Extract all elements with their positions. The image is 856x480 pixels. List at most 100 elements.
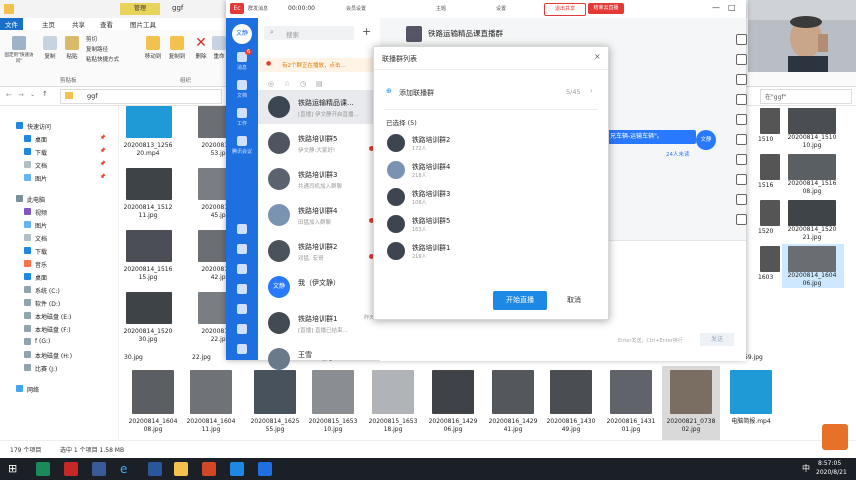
nav-item[interactable]: 文档 📌 xyxy=(0,159,118,171)
selected-group-item[interactable]: 铁路培训群1 219人 xyxy=(384,239,584,265)
file-item-partial[interactable]: 1516 xyxy=(746,152,780,196)
settings-button[interactable]: 设置 xyxy=(496,5,506,12)
tray-icon[interactable] xyxy=(736,94,747,105)
file-item[interactable]: 20200815_1653 10.jpg xyxy=(304,366,362,440)
clock-date[interactable]: 2020/8/21 xyxy=(816,469,847,476)
app-icon-2[interactable] xyxy=(64,462,78,476)
end-live-button[interactable]: 结束云直播 xyxy=(588,3,624,14)
nav-item[interactable]: 本地磁盘 (F:) xyxy=(0,323,118,335)
file-item-partial[interactable]: 1510 xyxy=(746,106,780,150)
pin-quick-access-button[interactable]: 固定到"快速访问" xyxy=(4,36,34,64)
up-icon[interactable]: ↑ xyxy=(42,90,48,98)
edge-icon[interactable]: e xyxy=(120,462,134,476)
folder-icon[interactable] xyxy=(736,74,747,85)
forward-icon[interactable]: → xyxy=(18,91,24,99)
nav-item[interactable]: 图片 xyxy=(0,219,118,231)
nav-item[interactable]: 下载 xyxy=(0,245,118,257)
tab-home[interactable]: 主页 xyxy=(42,19,55,29)
stop-share-button[interactable]: 退出共享 xyxy=(544,3,586,16)
unread-count[interactable]: 24人未读 xyxy=(666,150,690,158)
phone-icon[interactable] xyxy=(736,134,747,145)
tab-share[interactable]: 共享 xyxy=(72,19,85,29)
paste-button[interactable]: 粘贴 xyxy=(62,36,82,60)
clock-icon[interactable] xyxy=(736,34,747,45)
nav-item[interactable]: 桌面 📌 xyxy=(0,133,118,145)
copy-button[interactable]: 复制 xyxy=(40,36,60,60)
rename-button[interactable]: 重命 xyxy=(212,36,226,60)
nav-item[interactable]: 桌面 xyxy=(0,271,118,283)
conversation-item[interactable]: 铁路培训群4 田猛加入群聊 xyxy=(258,198,380,232)
nav-item[interactable]: 音乐 xyxy=(0,258,118,270)
file-item[interactable]: 20200816_1429 06.jpg xyxy=(424,366,482,440)
phone-icon[interactable] xyxy=(237,284,247,294)
nav-item[interactable]: 本地磁盘 (H:) xyxy=(0,349,118,361)
selected-group-item[interactable]: 铁路培训群5 163人 xyxy=(384,212,584,238)
file-item[interactable]: 20200821_0738 02.jpg xyxy=(662,366,720,440)
more-icon[interactable] xyxy=(237,344,247,354)
file-item[interactable]: 20200816_1430 49.jpg xyxy=(542,366,600,440)
copy-to-button[interactable]: 复制到 xyxy=(166,36,188,60)
clock-time[interactable]: 8:57:05 xyxy=(818,460,841,467)
file-item[interactable]: 20200815_1653 18.jpg xyxy=(364,366,422,440)
theme-button[interactable]: 主题 xyxy=(436,5,446,12)
drive-icon[interactable] xyxy=(736,194,747,205)
sender-avatar[interactable]: 文静 xyxy=(696,130,716,150)
file-item[interactable]: 20200816_1431 01.jpg xyxy=(602,366,660,440)
clock-icon[interactable]: ◷ xyxy=(300,80,306,88)
file-name-partial[interactable]: 22.jpg xyxy=(192,354,211,361)
doc-icon[interactable]: ▤ xyxy=(316,80,323,88)
file-item[interactable]: 20200814_1510 10.jpg xyxy=(782,106,844,150)
cube-icon[interactable] xyxy=(736,214,747,225)
member-settings[interactable]: 会员设置 xyxy=(346,5,366,12)
file-name-partial[interactable]: 59.jpg xyxy=(744,354,763,361)
path-field[interactable]: ggf xyxy=(60,89,222,104)
search-input[interactable]: ⌕ 搜索 xyxy=(264,26,354,40)
box-icon[interactable] xyxy=(736,174,747,185)
search-box[interactable]: 在"ggf" xyxy=(760,89,852,104)
file-item[interactable]: 20200814_1625 55.jpg xyxy=(246,366,304,440)
cancel-button[interactable]: 取消 xyxy=(557,291,591,310)
cut-button[interactable]: 剪切 xyxy=(86,35,97,43)
selected-group-item[interactable]: 铁路培训群4 218人 xyxy=(384,158,584,184)
conversation-item[interactable]: 铁路培训群2 邓猛: 宏哥 xyxy=(258,234,380,268)
video-app-icon[interactable] xyxy=(258,462,272,476)
close-icon[interactable]: × xyxy=(594,52,601,61)
nav-item[interactable]: 快速访问 xyxy=(0,120,118,132)
send-button[interactable]: 发送 xyxy=(700,333,734,346)
at-icon[interactable]: ◎ xyxy=(268,80,274,88)
app-gear-icon[interactable] xyxy=(822,424,848,450)
move-to-button[interactable]: 移动到 xyxy=(142,36,164,60)
file-item[interactable]: 20200814_1604 08.jpg xyxy=(124,366,182,440)
nav-item[interactable]: 下载 📌 xyxy=(0,146,118,158)
avatar[interactable]: 文静 xyxy=(232,24,252,44)
file-item[interactable]: 20200814_1516 08.jpg xyxy=(782,152,844,196)
tab-picture-tools[interactable]: 图片工具 xyxy=(130,19,156,29)
sidebar-item[interactable]: 文档 xyxy=(226,80,258,99)
word-icon[interactable] xyxy=(148,462,162,476)
file-item[interactable]: 20200814_1520 21.jpg xyxy=(782,198,844,242)
file-item[interactable]: 20200814_1604 06.jpg xyxy=(782,244,844,288)
selected-group-item[interactable]: 铁路培训群3 108人 xyxy=(384,185,584,211)
calendar-icon[interactable] xyxy=(237,224,247,234)
client-app-icon[interactable] xyxy=(230,462,244,476)
copy-path-button[interactable]: 复制路径 xyxy=(86,45,108,53)
checklist-icon[interactable] xyxy=(237,244,247,254)
nav-item[interactable]: 系统 (C:) xyxy=(0,284,118,296)
nav-item[interactable]: f (G:) xyxy=(0,336,118,348)
nav-item[interactable]: 视频 xyxy=(0,206,118,218)
sidebar-item[interactable]: 消息 6 xyxy=(226,49,258,71)
powerpoint-icon[interactable] xyxy=(202,462,216,476)
file-item[interactable]: 20200814_1512 11.jpg xyxy=(118,168,180,226)
conversation-item[interactable]: 铁路培训群1 [直播] 直播已结束... 昨天 xyxy=(258,306,380,340)
broadcast-menu[interactable]: 群发消息 xyxy=(248,5,268,12)
chevron-down-icon[interactable]: ⌄ xyxy=(30,91,35,98)
nav-item[interactable]: 软件 (D:) xyxy=(0,297,118,309)
tab-file[interactable]: 文件 xyxy=(0,18,23,30)
nav-item[interactable]: 图片 📌 xyxy=(0,172,118,184)
calendar-icon[interactable] xyxy=(736,114,747,125)
nav-item[interactable]: 文档 xyxy=(0,232,118,244)
paste-shortcut-button[interactable]: 粘贴快捷方式 xyxy=(86,55,119,63)
conversation-item[interactable]: 铁路运输精品课... [直播] 伊文静开启直播... xyxy=(258,90,380,124)
conversation-item[interactable]: 王雪 xyxy=(258,342,380,376)
conversation-item[interactable]: 铁路培训群3 共通司机加入群聊 xyxy=(258,162,380,196)
